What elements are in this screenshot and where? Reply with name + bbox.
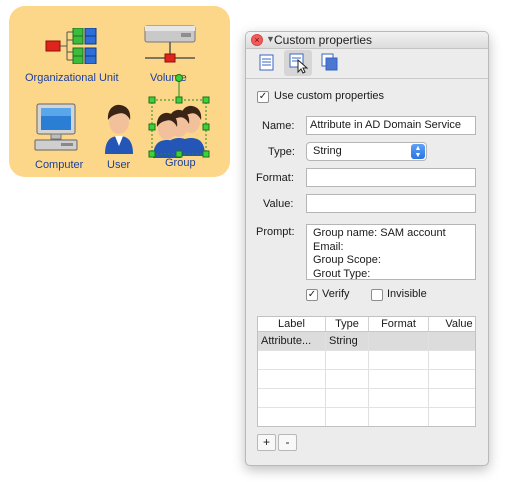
tab-custom-properties[interactable] — [284, 50, 312, 76]
name-field[interactable]: Attribute in AD Domain Service — [306, 116, 476, 135]
computer-label: Computer — [35, 159, 84, 171]
table-cell — [369, 389, 429, 407]
group-label: Group — [165, 157, 196, 169]
table-row[interactable] — [258, 351, 475, 370]
table-cell — [258, 389, 326, 407]
document-icon — [259, 54, 274, 71]
table-row[interactable] — [258, 389, 475, 408]
close-icon[interactable]: × — [251, 34, 263, 46]
table-cell — [258, 351, 326, 369]
type-select-value: String — [313, 145, 342, 157]
custom-properties-panel: × ▼ Custom properties ✓ Use custom prope… — [245, 31, 489, 466]
prompt-label: Prompt: — [256, 226, 295, 238]
tab-copy[interactable] — [316, 50, 344, 76]
table-row[interactable] — [258, 370, 475, 389]
name-label: Name: — [262, 120, 295, 132]
organizational-unit-icon[interactable] — [45, 28, 97, 64]
column-header-value[interactable]: Value — [429, 317, 475, 331]
table-cell — [258, 408, 326, 426]
use-custom-properties-label: Use custom properties — [274, 90, 385, 102]
table-cell — [429, 351, 475, 369]
cursor-select-icon — [289, 53, 309, 74]
table-cell: String — [326, 332, 369, 350]
prompt-textarea[interactable]: Group name: SAM account Email: Group Sco… — [306, 224, 476, 280]
table-cell — [369, 351, 429, 369]
table-row[interactable]: Attribute... String — [258, 332, 475, 351]
verify-label: Verify — [322, 288, 350, 300]
user-label: User — [107, 159, 131, 171]
table-row[interactable] — [258, 408, 475, 426]
format-field[interactable] — [306, 168, 476, 187]
table-cell — [429, 370, 475, 388]
value-label: Value: — [263, 198, 294, 210]
table-cell — [326, 351, 369, 369]
panel-title: Custom properties — [274, 33, 373, 47]
volume-icon[interactable] — [143, 24, 197, 68]
value-field[interactable] — [306, 194, 476, 213]
group-icon[interactable] — [147, 74, 211, 158]
table-cell — [326, 389, 369, 407]
column-header-type[interactable]: Type — [326, 317, 369, 331]
tab-document[interactable] — [252, 50, 280, 76]
verify-checkbox[interactable]: ✓ — [306, 289, 318, 301]
organizational-unit-label: Organizational Unit — [25, 72, 119, 84]
table-cell — [369, 408, 429, 426]
remove-row-button[interactable]: - — [278, 434, 297, 451]
format-label: Format: — [256, 172, 294, 184]
copy-icon — [321, 53, 338, 71]
table-cell — [369, 370, 429, 388]
table-cell — [429, 332, 475, 350]
table-cell — [429, 389, 475, 407]
table-cell: Attribute... — [258, 332, 326, 350]
stencil-panel: Organizational Unit Volume Computer User — [9, 6, 230, 177]
invisible-checkbox[interactable] — [371, 289, 383, 301]
user-icon[interactable] — [101, 102, 137, 154]
table-cell — [326, 408, 369, 426]
chevron-updown-icon: ▲ ▼ — [411, 144, 425, 159]
table-cell — [326, 370, 369, 388]
computer-icon[interactable] — [33, 102, 79, 152]
properties-table[interactable]: Label Type Format Value Attribute... Str… — [257, 316, 476, 427]
column-header-format[interactable]: Format — [369, 317, 429, 331]
type-label: Type: — [268, 146, 295, 158]
invisible-label: Invisible — [387, 288, 427, 300]
table-cell — [369, 332, 429, 350]
tab-bar — [246, 49, 488, 79]
use-custom-properties-checkbox[interactable]: ✓ — [257, 91, 269, 103]
table-header: Label Type Format Value — [258, 317, 475, 332]
table-cell — [258, 370, 326, 388]
column-header-label[interactable]: Label — [258, 317, 326, 331]
table-cell — [429, 408, 475, 426]
add-row-button[interactable]: + — [257, 434, 276, 451]
panel-titlebar: × ▼ Custom properties — [246, 32, 488, 49]
type-select[interactable]: String ▲ ▼ — [306, 142, 427, 161]
